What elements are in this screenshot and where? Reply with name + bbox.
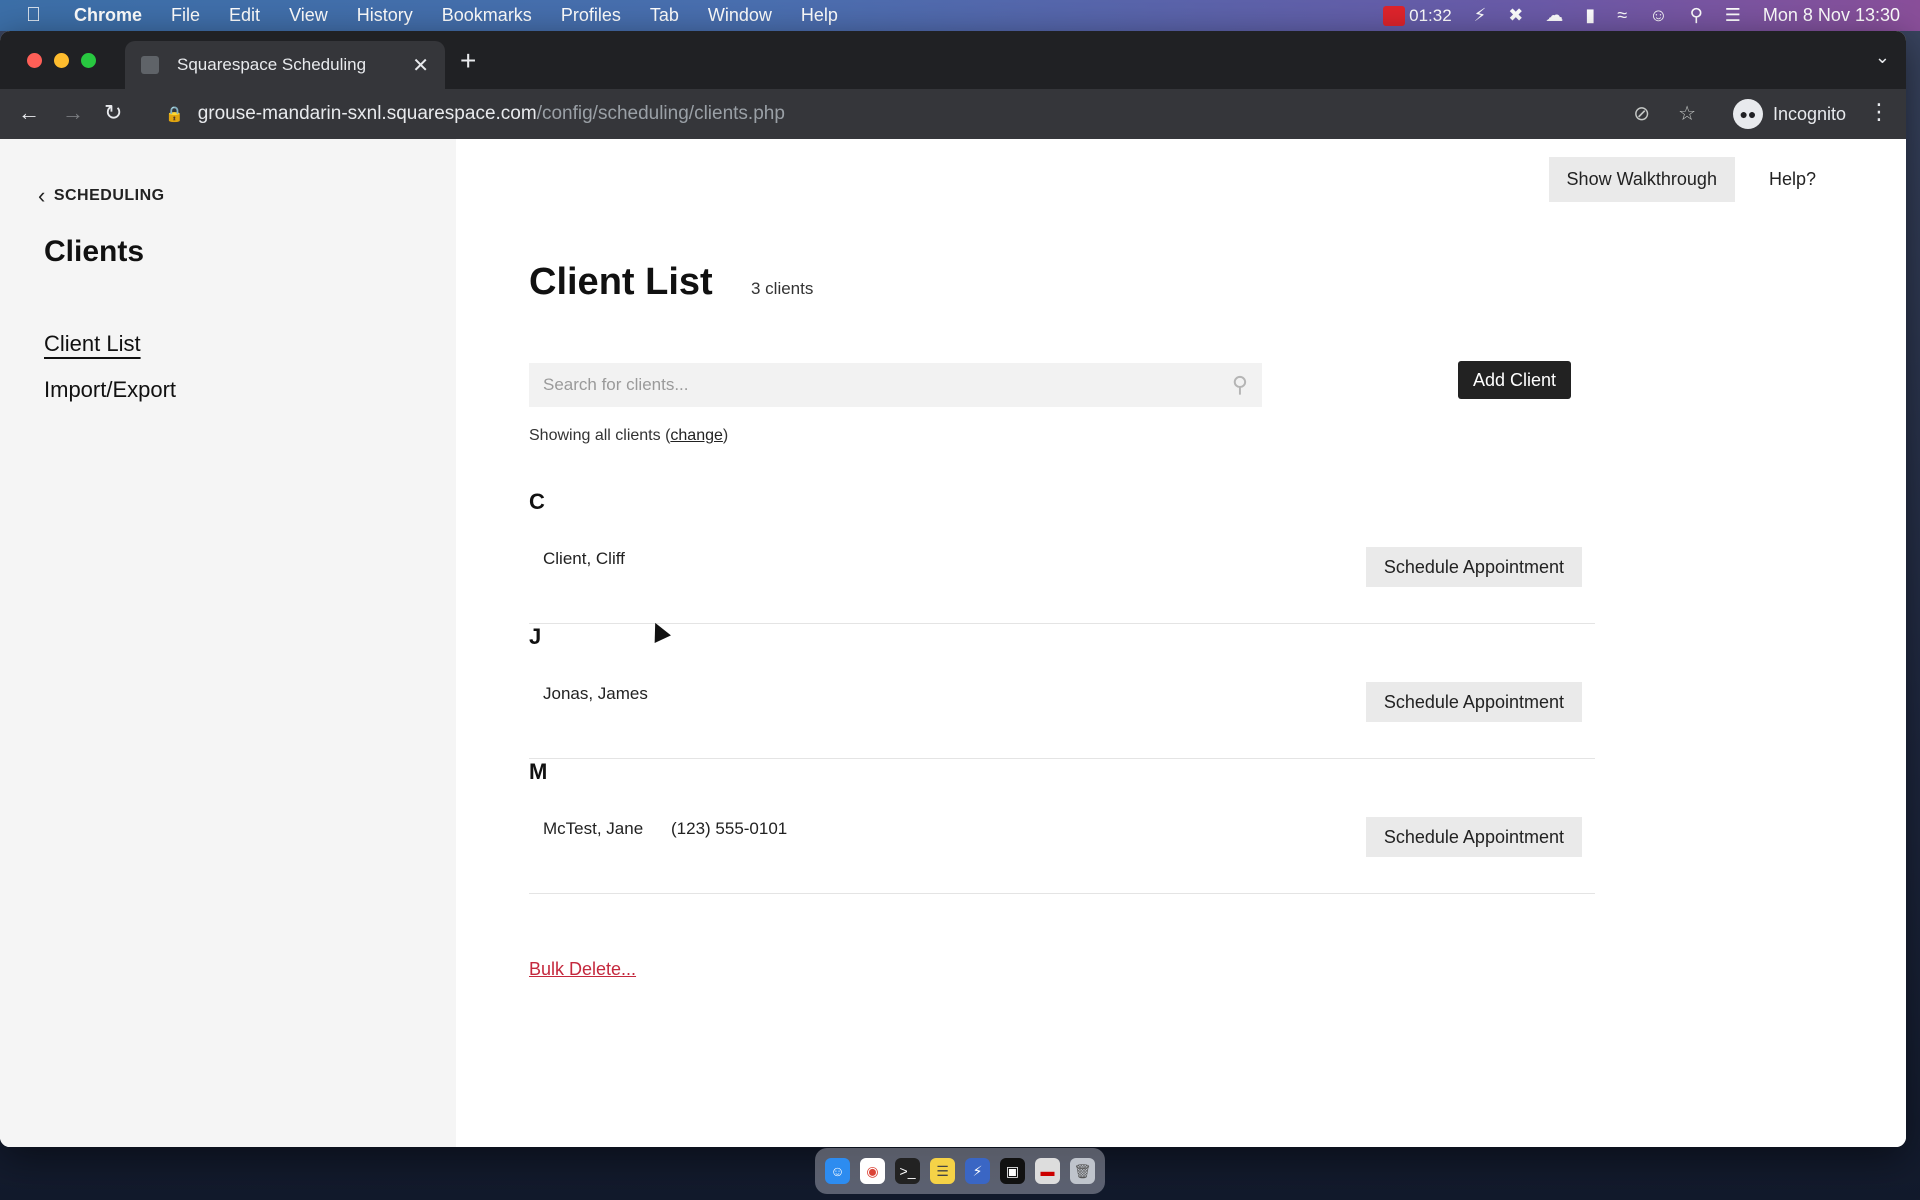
search-input[interactable] bbox=[543, 375, 1232, 395]
chevron-left-icon: ‹ bbox=[38, 183, 46, 208]
eye-off-icon[interactable]: ⊘ bbox=[1633, 101, 1650, 126]
zoom-window-button[interactable] bbox=[81, 53, 96, 68]
recording-time: 01:32 bbox=[1409, 5, 1452, 25]
add-client-button[interactable]: Add Client bbox=[1458, 361, 1572, 399]
finder-icon[interactable]: ☺ bbox=[825, 1158, 850, 1184]
forward-arrow-icon[interactable]: → bbox=[62, 100, 84, 126]
back-to-scheduling-link[interactable]: ‹ SCHEDULING bbox=[38, 183, 165, 209]
menu-tab[interactable]: Tab bbox=[650, 5, 679, 26]
reload-icon[interactable]: ↻ bbox=[104, 100, 122, 126]
menu-window[interactable]: Window bbox=[708, 5, 772, 26]
menubar-clock[interactable]: Mon 8 Nov 13:30 bbox=[1763, 5, 1900, 26]
battery-icon[interactable]: ▮ bbox=[1585, 5, 1595, 26]
page-content: ‹ SCHEDULING Clients Client List Import/… bbox=[0, 139, 1906, 1147]
close-window-button[interactable] bbox=[27, 53, 42, 68]
filter-status: Showing all clients (change) bbox=[529, 427, 728, 445]
change-filter-link[interactable]: change bbox=[670, 427, 723, 444]
bluetooth-icon[interactable]: ✖ bbox=[1508, 5, 1523, 26]
tab-bar: Squarespace Scheduling ✕ + ⌄ bbox=[0, 31, 1906, 89]
client-group: M McTest, Jane (123) 555-0101 Schedule A… bbox=[529, 759, 1595, 894]
incognito-label: Incognito bbox=[1772, 103, 1846, 124]
chrome-menu-icon[interactable]: ⋮ bbox=[1868, 99, 1890, 125]
cloud-icon[interactable]: ☁ bbox=[1545, 5, 1563, 26]
screenshot-icon[interactable]: ▣ bbox=[1000, 1158, 1025, 1184]
search-box: ⚲ bbox=[529, 363, 1262, 407]
sidebar-title: Clients bbox=[44, 235, 145, 268]
preview-icon[interactable]: ▬ bbox=[1035, 1158, 1060, 1184]
menu-app-name[interactable]: Chrome bbox=[74, 5, 142, 26]
client-count: 3 clients bbox=[751, 279, 814, 298]
tab-title: Squarespace Scheduling bbox=[177, 55, 367, 74]
spotlight-search-icon[interactable]: ⚲ bbox=[1690, 5, 1703, 26]
macos-dock: ☺ ◉ >_ ☰ ⚡ ▣ ▬ 🗑 bbox=[815, 1148, 1105, 1194]
chrome-icon[interactable]: ◉ bbox=[860, 1158, 885, 1184]
group-letter: C bbox=[529, 489, 545, 514]
filter-prefix: Showing all clients ( bbox=[529, 427, 671, 444]
client-name[interactable]: Jonas, James bbox=[543, 684, 648, 704]
status-area: 01:32 ⚡ ✖ ☁ ▮ ≈ ☺ ⚲ ☰ Mon 8 Nov 13:30 bbox=[1383, 0, 1900, 31]
browser-toolbar: ← → ↻ 🔒 grouse-mandarin-sxnl.squarespace… bbox=[0, 89, 1906, 139]
sidebar: ‹ SCHEDULING Clients Client List Import/… bbox=[0, 139, 456, 1147]
window-controls bbox=[27, 53, 96, 68]
client-list: C Client, Cliff Schedule Appointment J J… bbox=[529, 489, 1595, 894]
bulk-delete-link[interactable]: Bulk Delete... bbox=[529, 959, 636, 980]
address-bar[interactable]: 🔒 grouse-mandarin-sxnl.squarespace.com/c… bbox=[145, 89, 1705, 139]
control-center-icon[interactable]: ☰ bbox=[1725, 5, 1741, 26]
bolt-app-icon[interactable]: ⚡ bbox=[965, 1158, 990, 1184]
menu-view[interactable]: View bbox=[289, 5, 328, 26]
top-actions: Show Walkthrough Help? bbox=[1548, 157, 1816, 202]
back-arrow-icon[interactable]: ← bbox=[18, 100, 40, 126]
group-letter: M bbox=[529, 759, 548, 784]
wifi-icon[interactable]: ≈ bbox=[1617, 5, 1627, 26]
client-group: J Jonas, James Schedule Appointment bbox=[529, 624, 1595, 759]
close-tab-icon[interactable]: ✕ bbox=[412, 53, 429, 78]
new-tab-icon[interactable]: + bbox=[460, 45, 476, 77]
schedule-appointment-button[interactable]: Schedule Appointment bbox=[1365, 547, 1582, 587]
tab-search-chevron-icon[interactable]: ⌄ bbox=[1875, 47, 1890, 68]
client-group: C Client, Cliff Schedule Appointment bbox=[529, 489, 1595, 624]
terminal-icon[interactable]: >_ bbox=[895, 1158, 920, 1184]
back-link-label: SCHEDULING bbox=[53, 187, 165, 204]
incognito-profile-button[interactable]: ●● Incognito bbox=[1732, 97, 1846, 131]
sidebar-nav: Client List Import/Export bbox=[44, 331, 176, 423]
menu-file[interactable]: File bbox=[171, 5, 200, 26]
recording-timer[interactable]: 01:32 bbox=[1383, 5, 1452, 26]
user-icon[interactable]: ☺ bbox=[1649, 5, 1667, 26]
browser-tab[interactable]: Squarespace Scheduling ✕ bbox=[125, 41, 445, 89]
sidebar-item-import-export[interactable]: Import/Export bbox=[44, 377, 176, 403]
squarespace-favicon-icon bbox=[141, 56, 159, 74]
browser-window: Squarespace Scheduling ✕ + ⌄ ← → ↻ 🔒 gro… bbox=[0, 31, 1906, 1147]
page-title: Client List bbox=[529, 261, 713, 303]
schedule-appointment-button[interactable]: Schedule Appointment bbox=[1365, 682, 1582, 722]
menu-profiles[interactable]: Profiles bbox=[561, 5, 621, 26]
macos-menubar:  Chrome File Edit View History Bookmark… bbox=[0, 0, 1920, 31]
menu-help[interactable]: Help bbox=[801, 5, 838, 26]
group-letter: J bbox=[529, 624, 542, 649]
menu-edit[interactable]: Edit bbox=[229, 5, 260, 26]
recording-icon bbox=[1383, 5, 1406, 26]
client-name[interactable]: McTest, Jane bbox=[543, 819, 643, 839]
search-icon[interactable]: ⚲ bbox=[1232, 372, 1248, 398]
schedule-appointment-button[interactable]: Schedule Appointment bbox=[1365, 817, 1582, 857]
menu-history[interactable]: History bbox=[357, 5, 413, 26]
main-panel: Show Walkthrough Help? Client List 3 cli… bbox=[456, 139, 1906, 1147]
bolt-icon[interactable]: ⚡ bbox=[1474, 5, 1487, 26]
trash-icon[interactable]: 🗑 bbox=[1070, 1158, 1095, 1184]
client-name[interactable]: Client, Cliff bbox=[543, 549, 625, 569]
url-host: grouse-mandarin-sxnl.squarespace.com bbox=[197, 103, 537, 124]
url-path: /config/scheduling/clients.php bbox=[536, 103, 785, 124]
notes-icon[interactable]: ☰ bbox=[930, 1158, 955, 1184]
incognito-icon: ●● bbox=[1732, 99, 1763, 129]
lock-icon[interactable]: 🔒 bbox=[165, 105, 184, 123]
bookmark-star-icon[interactable]: ☆ bbox=[1678, 101, 1696, 126]
sidebar-item-client-list[interactable]: Client List bbox=[44, 331, 176, 357]
client-phone: (123) 555-0101 bbox=[671, 819, 788, 838]
apple-icon[interactable]:  bbox=[26, 4, 52, 27]
show-walkthrough-button[interactable]: Show Walkthrough bbox=[1548, 157, 1735, 202]
menu-bookmarks[interactable]: Bookmarks bbox=[442, 5, 532, 26]
toolbar-icons: ⊘ ☆ bbox=[1633, 101, 1696, 126]
minimize-window-button[interactable] bbox=[54, 53, 69, 68]
help-link[interactable]: Help? bbox=[1769, 169, 1816, 190]
filter-suffix: ) bbox=[722, 427, 729, 444]
